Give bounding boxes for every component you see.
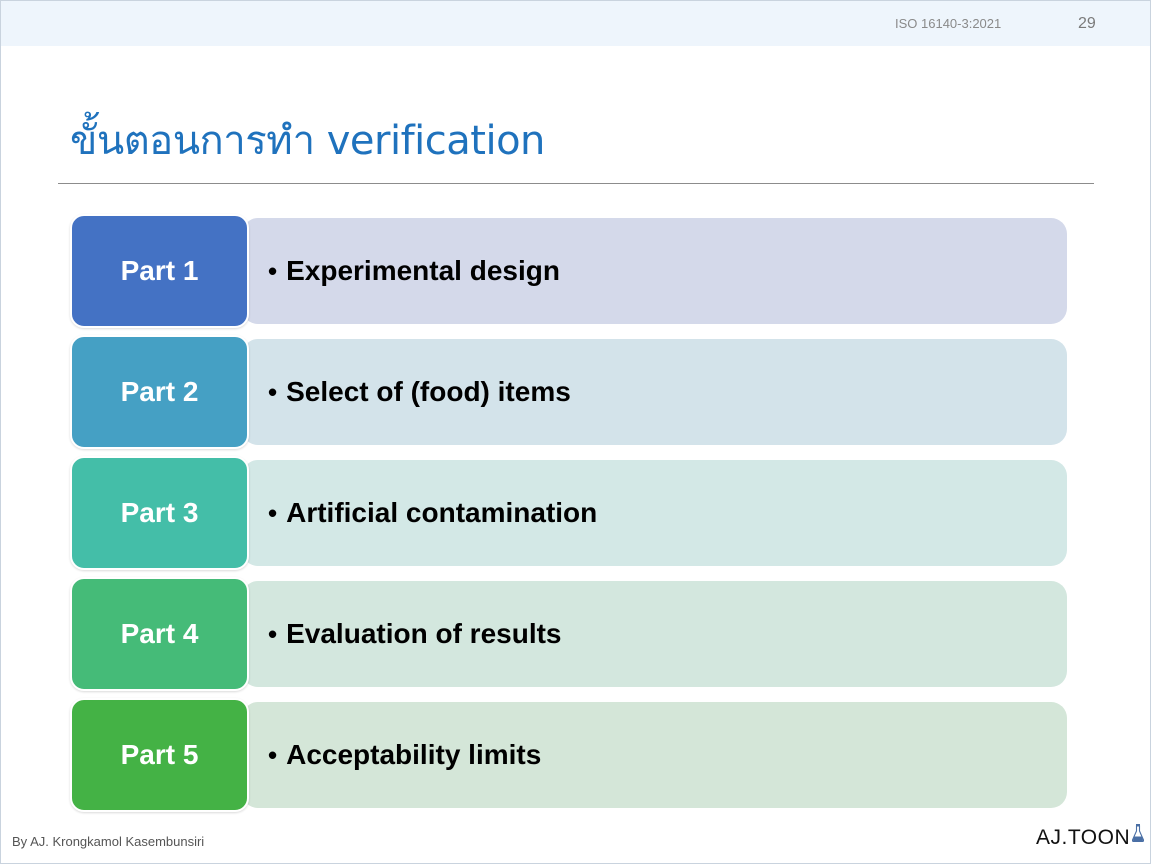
part-tab: Part 4 (70, 577, 249, 691)
part-row-1: • Experimental design Part 1 (70, 214, 1068, 328)
part-description: Select of (food) items (286, 376, 571, 407)
part-label: Part 2 (120, 376, 199, 407)
slide-title: ขั้นตอนการทำ verification (70, 118, 545, 164)
bullet-icon: • (268, 498, 278, 528)
bullet-icon: • (268, 619, 278, 649)
part-row-3: • Artificial contamination Part 3 (70, 456, 1068, 570)
part-tab: Part 2 (70, 335, 249, 449)
author-credit: By AJ. Krongkamol Kasembunsiri (12, 834, 205, 849)
part-tab: Part 5 (70, 698, 249, 812)
bullet-icon: • (268, 377, 278, 407)
page-number: 29 (1078, 15, 1096, 32)
part-description: Evaluation of results (286, 618, 562, 649)
part-row-4: • Evaluation of results Part 4 (70, 577, 1068, 691)
brand-logo: AJ.TOON (1036, 824, 1145, 850)
part-label: Part 5 (120, 739, 199, 770)
part-label: Part 3 (120, 497, 199, 528)
parts-list: • Experimental design Part 1 • Select of… (70, 214, 1068, 819)
part-description-box: • Evaluation of results (242, 581, 1067, 687)
part-tab: Part 1 (70, 214, 249, 328)
part-row-5: • Acceptability limits Part 5 (70, 698, 1068, 812)
part-tab: Part 3 (70, 456, 249, 570)
brand-name: AJ.TOON (1036, 826, 1131, 849)
flask-icon (1132, 824, 1145, 848)
part-description: Acceptability limits (286, 739, 542, 770)
bullet-icon: • (268, 740, 278, 770)
standard-code: ISO 16140-3:2021 (895, 16, 1002, 31)
part-description-box: • Artificial contamination (242, 460, 1067, 566)
part-description: Artificial contamination (286, 497, 598, 528)
part-row-2: • Select of (food) items Part 2 (70, 335, 1068, 449)
part-description-box: • Experimental design (242, 218, 1067, 324)
part-description-box: • Select of (food) items (242, 339, 1067, 445)
title-divider (58, 183, 1094, 184)
part-description-box: • Acceptability limits (242, 702, 1067, 808)
part-description: Experimental design (286, 255, 560, 286)
bullet-icon: • (268, 256, 278, 286)
part-label: Part 1 (120, 255, 199, 286)
part-label: Part 4 (120, 618, 199, 649)
